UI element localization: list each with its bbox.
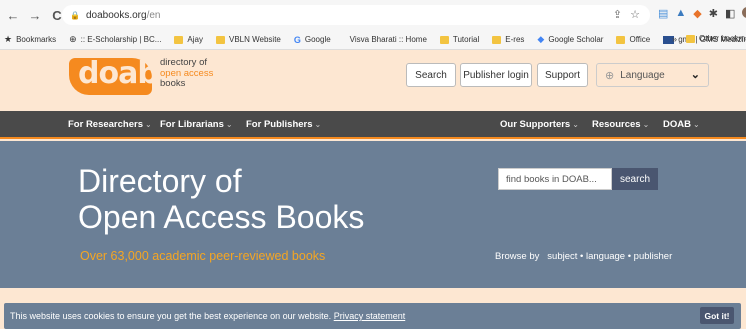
logo-text: doab: [78, 56, 159, 91]
hero-subtitle: Over 63,000 academic peer-reviewed books: [80, 249, 326, 263]
chevron-down-icon: ⌄: [690, 69, 700, 81]
logo-tagline: directory of open access books: [160, 57, 214, 89]
nav-doab[interactable]: DOAB ⌄: [663, 119, 700, 130]
globe-icon: ⊕: [605, 69, 615, 82]
nav-resources[interactable]: Resources ⌄: [592, 119, 649, 130]
extensions-area: ▤ ▲ ◆ ✱ ◧ ⋮: [658, 7, 746, 20]
forward-button[interactable]: →: [24, 4, 46, 26]
bookmark-item[interactable]: VBLN Website: [215, 35, 281, 44]
site-header: doab directory of open access books Sear…: [0, 50, 746, 111]
chevron-down-icon: ⌄: [144, 120, 152, 129]
star-icon: ★: [4, 34, 13, 44]
spacer: [0, 288, 746, 303]
bookmark-item[interactable]: Visva Bharati :: Home: [350, 35, 427, 44]
address-bar[interactable]: 🔒 doabooks.org/en ⇪ ☆: [62, 5, 650, 25]
book-search-button[interactable]: search: [612, 168, 658, 190]
bookmark-item[interactable]: Ajay: [174, 35, 203, 44]
folder-icon: [174, 35, 184, 44]
folder-icon: [215, 35, 225, 44]
puzzle-icon[interactable]: ✱: [709, 7, 718, 20]
cookie-message: This website uses cookies to ensure you …: [10, 311, 406, 321]
bookmark-item[interactable]: ◆ Google Scholar: [537, 34, 603, 45]
lock-icon: 🔒: [70, 10, 80, 20]
extension-icon[interactable]: ▲: [675, 7, 686, 20]
globe-icon: ⊕: [69, 34, 77, 44]
bookmark-star-icon[interactable]: ☆: [630, 8, 640, 21]
share-icon[interactable]: ⇪: [613, 8, 622, 21]
book-search-input[interactable]: find books in DOAB...: [498, 168, 612, 190]
browse-by: Browse by subject • language • publisher: [495, 251, 673, 262]
folder-icon: [686, 34, 695, 43]
cookie-accept-button[interactable]: Got it!: [700, 307, 734, 324]
bookmark-item[interactable]: Tutorial: [439, 35, 479, 44]
other-bookmarks[interactable]: Other bookmarks: [686, 34, 746, 43]
search-button[interactable]: Search: [406, 63, 456, 87]
bookmark-item[interactable]: Office: [616, 35, 650, 44]
chevron-down-icon: ⌄: [225, 120, 233, 129]
chevron-down-icon: ⌄: [314, 120, 322, 129]
support-button[interactable]: Support: [537, 63, 588, 87]
nav-for-researchers[interactable]: For Researchers ⌄: [68, 119, 152, 130]
extension-icon[interactable]: ▤: [658, 7, 668, 20]
url-text: doabooks.org/en: [85, 9, 161, 21]
nav-our-supporters[interactable]: Our Supporters ⌄: [500, 119, 579, 130]
scholar-icon: ◆: [537, 34, 545, 44]
chevron-down-icon: ⌄: [692, 120, 700, 129]
avatar[interactable]: [742, 7, 746, 18]
browse-links[interactable]: subject • language • publisher: [547, 251, 672, 262]
language-dropdown[interactable]: ⊕ Language ⌄: [596, 63, 709, 87]
bookmarks-overflow-button[interactable]: »: [672, 34, 677, 44]
bookmark-item[interactable]: E-res: [492, 35, 524, 44]
back-button[interactable]: ←: [2, 4, 24, 26]
publisher-login-button[interactable]: Publisher login: [460, 63, 532, 87]
language-label: Language: [620, 69, 665, 81]
bookmark-item[interactable]: ★ Bookmarks: [4, 34, 56, 45]
bookmarks-bar: ★ Bookmarks ⊕:: E-Scholarship | BC... Aja…: [0, 30, 746, 50]
privacy-statement-link[interactable]: Privacy statement: [334, 311, 406, 321]
hero-banner: Directory of Open Access Books Over 63,0…: [0, 141, 746, 288]
browser-toolbar: ← → C 🔒 doabooks.org/en ⇪ ☆ ▤ ▲ ◆ ✱ ◧ ⋮: [0, 0, 746, 30]
main-nav: For Researchers ⌄ For Librarians ⌄ For Pub…: [0, 111, 746, 139]
nav-for-publishers[interactable]: For Publishers ⌄: [246, 119, 321, 130]
cookie-banner: This website uses cookies to ensure you …: [0, 303, 746, 329]
folder-icon: [439, 35, 449, 44]
bookmark-item[interactable]: G Google: [294, 35, 331, 45]
chevron-down-icon: ⌄: [642, 120, 650, 129]
nav-for-librarians[interactable]: For Librarians ⌄: [160, 119, 233, 130]
bookmark-item[interactable]: ⊕:: E-Scholarship | BC...: [69, 34, 161, 45]
sidebar-icon[interactable]: ◧: [725, 7, 735, 20]
extension-icon[interactable]: ◆: [693, 7, 701, 20]
hero-title: Directory of Open Access Books: [78, 163, 365, 235]
folder-icon: [616, 35, 626, 44]
google-icon: G: [293, 34, 301, 45]
chevron-down-icon: ⌄: [572, 120, 579, 129]
folder-icon: [492, 35, 502, 44]
